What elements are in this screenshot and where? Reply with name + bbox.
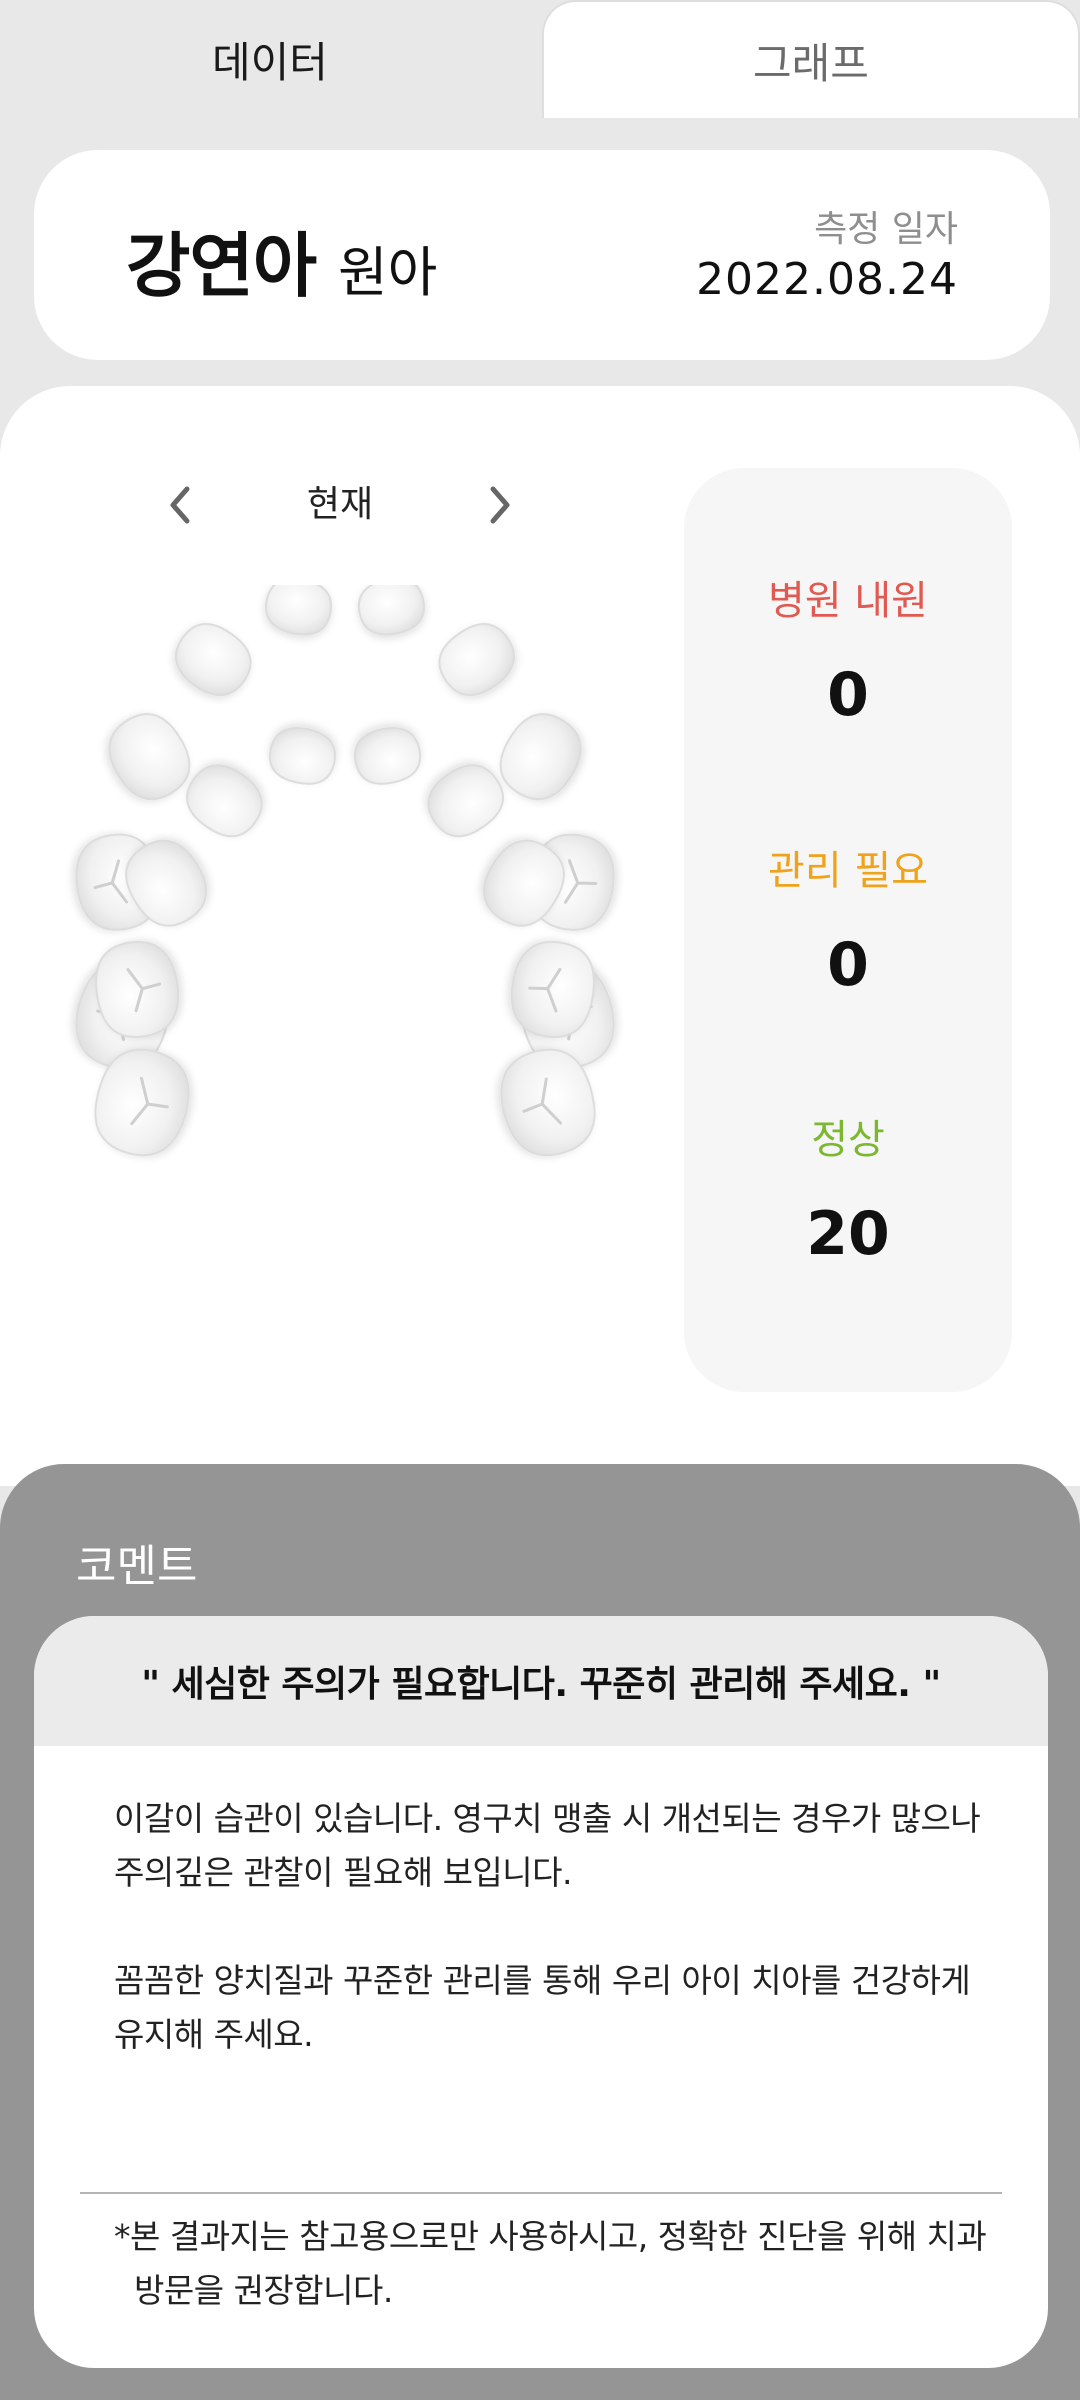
stat-hospital-visit-value: 0 <box>827 660 869 730</box>
lower-tooth <box>268 726 337 785</box>
stats-card: 병원 내원 0 관리 필요 0 정상 20 <box>684 468 1012 1392</box>
stat-normal: 정상 20 <box>684 1115 1012 1269</box>
upper-tooth <box>438 622 516 697</box>
stat-care-needed-label: 관리 필요 <box>768 848 928 894</box>
stat-normal-value: 20 <box>806 1199 890 1269</box>
stat-normal-label: 정상 <box>811 1117 885 1163</box>
tab-graph[interactable]: 그래프 <box>542 0 1080 118</box>
teeth-diagram <box>75 585 615 1157</box>
child-name: 강연아 <box>126 225 317 307</box>
period-navigator: 현재 <box>150 470 530 540</box>
comment-headline: " 세심한 주의가 필요합니다. 꾸준히 관리해 주세요. " <box>141 1664 941 1705</box>
profile-card: 강연아 원아 측정 일자 2022.08.24 <box>34 150 1050 360</box>
measure-date-value: 2022.08.24 <box>696 254 958 305</box>
comment-paragraph-2: 꼼꼼한 양치질과 꾸준한 관리를 통해 우리 아이 치아를 건강하게 유지해 주… <box>114 1961 971 2054</box>
stat-hospital-visit: 병원 내원 0 <box>684 576 1012 730</box>
upper-tooth <box>357 585 426 636</box>
comment-title: 코멘트 <box>76 1541 198 1592</box>
measure-date-label: 측정 일자 <box>814 209 958 250</box>
period-label: 현재 <box>306 484 374 525</box>
stat-care-needed: 관리 필요 0 <box>684 846 1012 1000</box>
chevron-left-icon[interactable] <box>150 470 210 540</box>
child-name-suffix: 원아 <box>338 241 438 304</box>
comment-card: " 세심한 주의가 필요합니다. 꾸준히 관리해 주세요. " 이갈이 습관이 … <box>34 1616 1048 2368</box>
stat-care-needed-value: 0 <box>827 930 869 1000</box>
upper-tooth <box>174 622 252 697</box>
comment-disclaimer: *본 결과지는 참고용으로만 사용하시고, 정확한 진단을 위해 치과 방문을 … <box>114 2217 987 2310</box>
tab-data-label: 데이터 <box>212 37 328 87</box>
comment-headline-bar: " 세심한 주의가 필요합니다. 꾸준히 관리해 주세요. " <box>34 1616 1048 1746</box>
stat-hospital-visit-label: 병원 내원 <box>768 578 928 624</box>
lower-tooth <box>353 726 422 785</box>
comment-divider <box>80 2192 1002 2194</box>
tab-data[interactable]: 데이터 <box>0 0 540 118</box>
upper-tooth <box>264 585 333 636</box>
tab-graph-label: 그래프 <box>753 38 869 88</box>
comment-paragraph-1: 이갈이 습관이 있습니다. 영구치 맹출 시 개선되는 경우가 많으나 주의깊은… <box>114 1799 981 1892</box>
chevron-right-icon[interactable] <box>470 470 530 540</box>
comment-body: 이갈이 습관이 있습니다. 영구치 맹출 시 개선되는 경우가 많으나 주의깊은… <box>114 1792 994 2062</box>
